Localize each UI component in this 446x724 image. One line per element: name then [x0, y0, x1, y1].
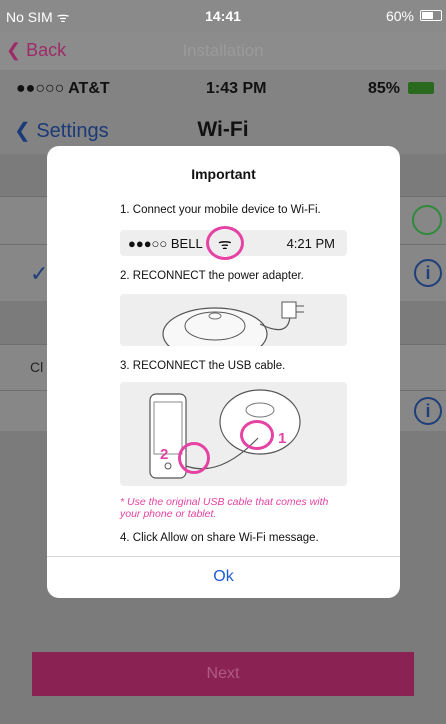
inner-clock: 1:43 PM: [206, 80, 267, 97]
power-adapter-icon: [162, 301, 304, 346]
power-adapter-illustration: [120, 294, 347, 346]
dialog-title: Important: [191, 166, 256, 182]
clock: 14:41: [205, 8, 241, 24]
highlight-circle-1: [240, 420, 274, 450]
usb-connection-icon: [149, 389, 301, 479]
info-icon: i: [414, 397, 442, 425]
step-3-text: 3. RECONNECT the USB cable.: [120, 360, 286, 372]
battery-percent: 60%: [385, 8, 414, 24]
inner-status-bar: ●●○○○ AT&T 1:43 PM 85%: [0, 70, 446, 108]
usb-cable-illustration: 2 1: [120, 382, 347, 486]
status-bar: No SIM ᯤ 14:41 60%: [0, 0, 446, 32]
marker-2: 2: [160, 446, 169, 463]
step-4-text: 4. Click Allow on share Wi-Fi message.: [120, 532, 319, 544]
next-button[interactable]: Next: [32, 652, 414, 696]
step-1-text: 1. Connect your mobile device to Wi-Fi.: [120, 204, 321, 216]
page-title: Installation: [182, 41, 264, 60]
battery-icon: [420, 10, 442, 21]
illustration-time: 4:21 PM: [286, 236, 335, 251]
inner-battery-icon: [408, 82, 434, 94]
inner-title: Wi-Fi: [197, 118, 249, 141]
inner-carrier: ●●○○○ AT&T: [16, 80, 110, 97]
highlight-circle: [206, 226, 244, 260]
dialog-divider: [47, 556, 400, 557]
section-label: Cl: [30, 359, 44, 375]
phone-status-illustration: ●●●○○ BELL ᯤ 4:21 PM: [120, 226, 347, 260]
checkmark-icon: ✓: [30, 261, 49, 286]
navigation-bar: ❮ Back Installation: [0, 32, 446, 70]
inner-battery-percent: 85%: [368, 80, 401, 97]
step-2-text: 2. RECONNECT the power adapter.: [120, 270, 304, 282]
ok-button[interactable]: Ok: [47, 568, 400, 586]
toggle-icon: [412, 205, 442, 235]
marker-1: 1: [278, 430, 287, 447]
important-dialog: Important 1. Connect your mobile device …: [47, 146, 400, 598]
info-icon: i: [414, 259, 442, 287]
illustration-carrier: ●●●○○ BELL: [128, 236, 203, 251]
highlight-circle-2: [178, 442, 210, 474]
usb-note: * Use the original USB cable that comes …: [120, 496, 329, 520]
